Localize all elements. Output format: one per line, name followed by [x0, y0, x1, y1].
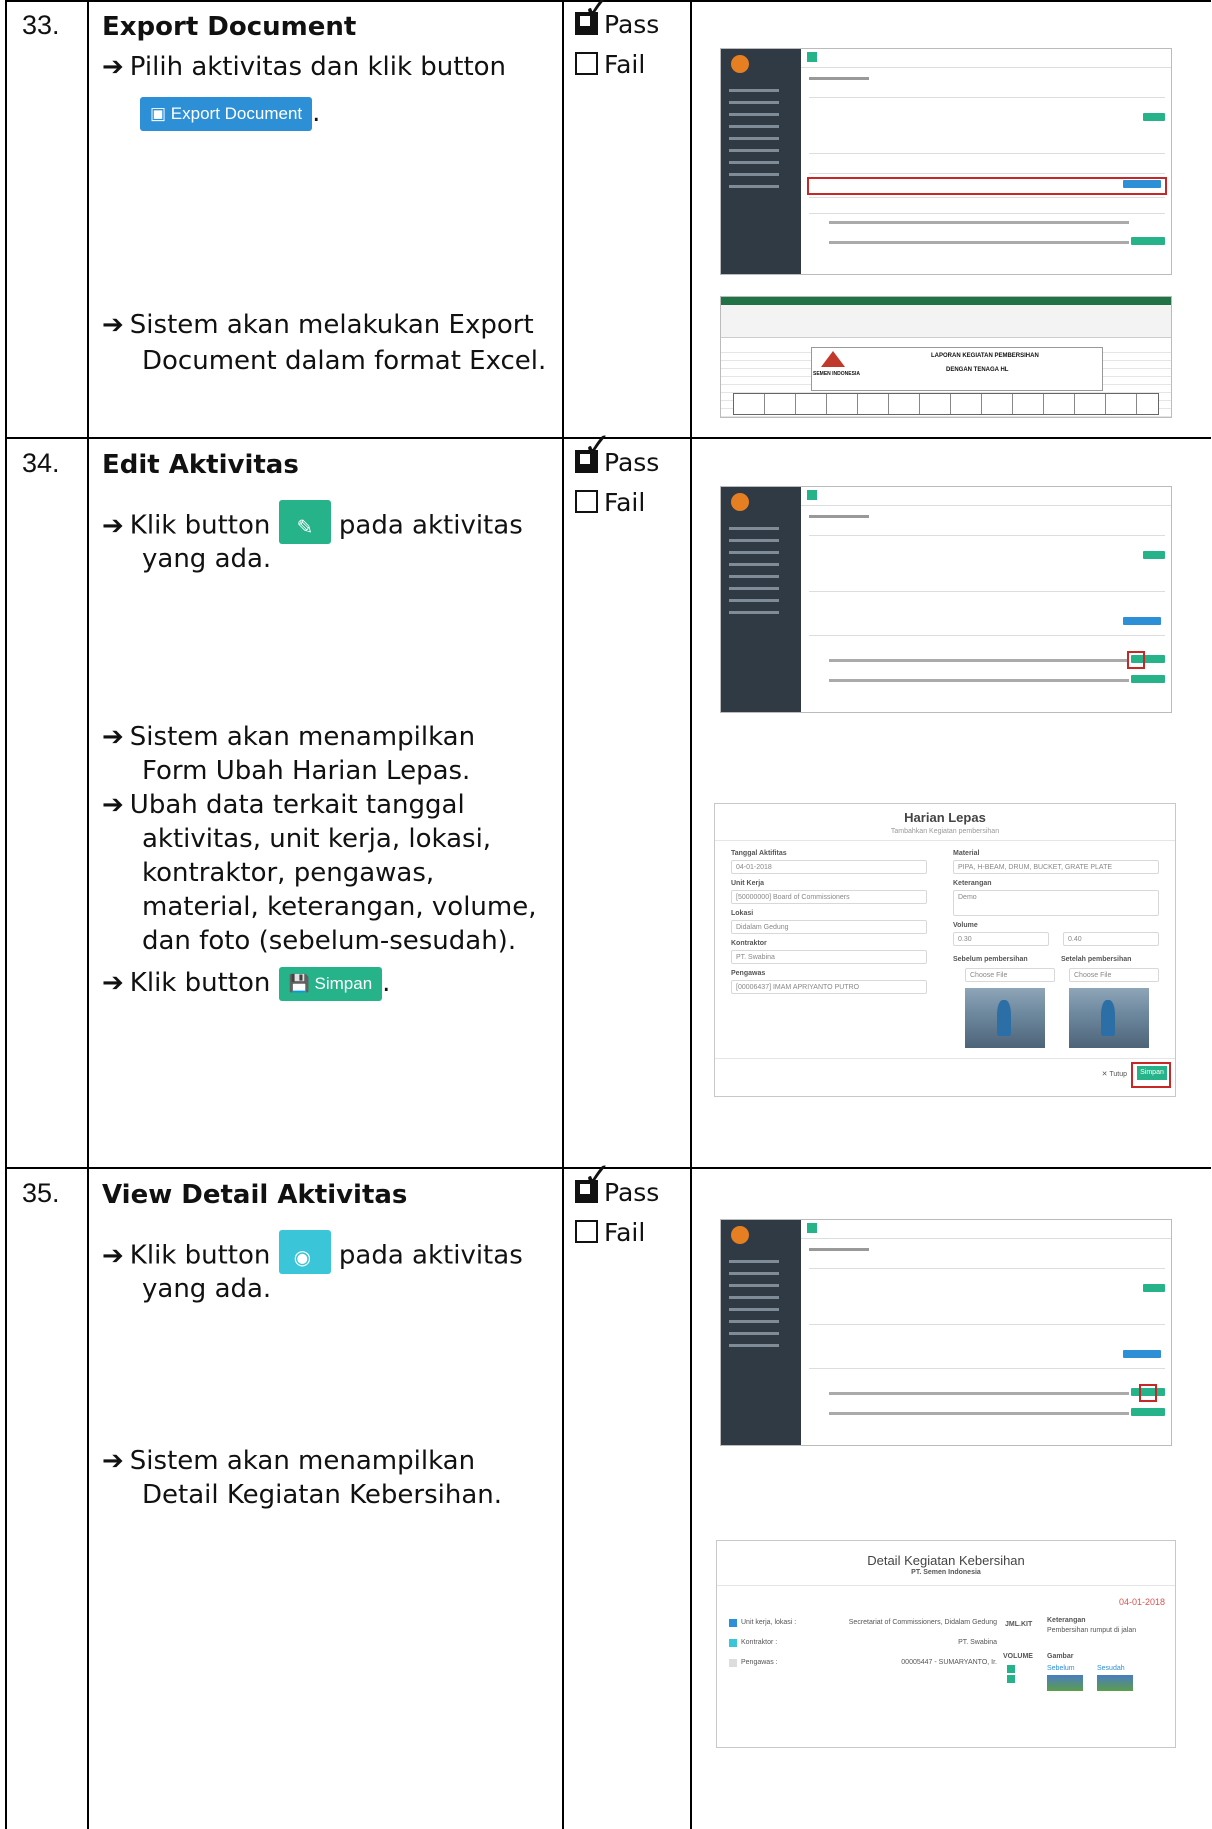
screenshot-excel: SEMEN INDONESIA LAPORAN KEGIATAN PEMBERS… — [720, 296, 1172, 418]
step-text-cont: yang ada. — [142, 1274, 272, 1304]
pass-checkbox[interactable]: ✓ Pass — [575, 0, 659, 39]
arrow-right-icon: ➔ — [102, 310, 124, 340]
test-title: Export Document — [102, 12, 357, 42]
arrow-right-icon: ➔ — [102, 510, 124, 541]
step-text-cont: Detail Kegiatan Kebersihan. — [142, 1480, 503, 1510]
arrow-right-icon: ➔ — [102, 1240, 124, 1271]
fail-checkbox[interactable]: Fail — [575, 1218, 645, 1247]
screenshot-app-list — [720, 48, 1172, 275]
arrow-right-icon: ➔ — [102, 722, 124, 752]
screenshot-app-list-edit — [720, 486, 1172, 713]
save-button-sample: 💾 Simpan — [278, 966, 383, 1001]
arrow-right-icon: ➔ — [102, 52, 124, 82]
arrow-right-icon: ➔ — [102, 968, 124, 998]
step-text: ➔ Klik button 💾 Simpan. — [102, 966, 390, 1001]
row-number: 33. — [22, 10, 60, 40]
view-eye-icon: ◉ — [278, 1230, 331, 1274]
test-title: View Detail Aktivitas — [102, 1180, 408, 1210]
step-text: ➔ Pilih aktivitas dan klik button — [102, 52, 507, 82]
step-text-cont: kontraktor, pengawas, — [142, 858, 435, 888]
fail-checkbox[interactable]: Fail — [575, 488, 645, 517]
step-text-cont: Form Ubah Harian Lepas. — [142, 756, 471, 786]
arrow-right-icon: ➔ — [102, 790, 124, 820]
arrow-right-icon: ➔ — [102, 1446, 124, 1476]
row-number: 34. — [22, 448, 60, 478]
excel-title: LAPORAN KEGIATAN PEMBERSIHAN — [931, 353, 1039, 359]
step-text-cont: material, keterangan, volume, — [142, 892, 537, 922]
pass-checkbox[interactable]: ✓ Pass — [575, 426, 659, 477]
pass-checkbox[interactable]: ✓ Pass — [575, 1156, 659, 1207]
test-title: Edit Aktivitas — [102, 450, 299, 480]
fail-checkbox[interactable]: Fail — [575, 50, 645, 79]
inline-button-sample: ▣ Export Document. — [140, 96, 320, 131]
screenshot-app-list-view — [720, 1219, 1172, 1446]
step-text-cont: Document dalam format Excel. — [142, 346, 547, 376]
step-text-cont: yang ada. — [142, 544, 272, 574]
screenshot-detail-modal: Detail Kegiatan Kebersihan PT. Semen Ind… — [716, 1540, 1176, 1748]
step-text-cont: dan foto (sebelum-sesudah). — [142, 926, 517, 956]
edit-pencil-icon: ✎ — [278, 500, 331, 544]
step-text: ➔ Sistem akan menampilkan — [102, 1446, 476, 1476]
step-text: ➔ Sistem akan menampilkan — [102, 722, 476, 752]
screenshot-edit-modal: Harian Lepas Tambahkan Kegiatan pembersi… — [714, 803, 1176, 1097]
excel-subtitle: DENGAN TENAGA HL — [946, 367, 1009, 373]
row-number: 35. — [22, 1178, 60, 1208]
step-text: ➔ Sistem akan melakukan Export — [102, 310, 534, 340]
step-text-cont: aktivitas, unit kerja, lokasi, — [142, 824, 492, 854]
step-text: ➔ Ubah data terkait tanggal — [102, 790, 465, 820]
export-document-button: ▣ Export Document — [140, 96, 313, 131]
